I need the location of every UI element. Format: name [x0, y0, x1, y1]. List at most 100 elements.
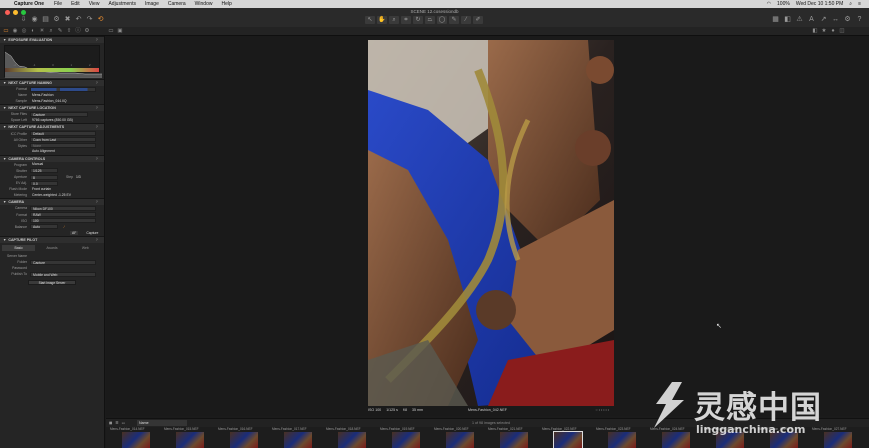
tab-capture-icon[interactable]: ◉: [12, 28, 18, 34]
camera-format-select[interactable]: RAW: [30, 212, 96, 218]
tab-details-icon[interactable]: ⌕: [48, 28, 54, 34]
collapse-arrow-icon[interactable]: ▼: [3, 106, 6, 110]
pan-tool-icon[interactable]: ✋: [377, 16, 387, 24]
publish-select[interactable]: Mobile and Web: [30, 271, 96, 277]
thumbnail-image[interactable]: [392, 432, 420, 448]
aperture-stepper[interactable]: 8: [30, 174, 58, 180]
thumbnail-image[interactable]: [284, 432, 312, 448]
rating-star-icon[interactable]: ★: [821, 28, 827, 34]
section-help-icon[interactable]: ?: [96, 157, 98, 161]
tab-lens-icon[interactable]: ◎: [21, 28, 27, 34]
balance-select[interactable]: Auto: [30, 224, 58, 230]
camera-select[interactable]: Nikon DF100: [30, 205, 96, 211]
filmstrip-thumbnail[interactable]: Mens-Fashion_023.NEF: [596, 427, 648, 448]
filmstrip-thumbnail[interactable]: Mens-Fashion_017.NEF: [272, 427, 324, 448]
section-help-icon[interactable]: ?: [96, 238, 98, 242]
auto-alignment-checkbox[interactable]: Auto Alignment: [30, 149, 96, 154]
tab-batch-icon[interactable]: ⚙: [84, 28, 90, 34]
notification-icon[interactable]: ≡: [858, 1, 861, 7]
collapse-arrow-icon[interactable]: ▼: [3, 38, 6, 42]
filmstrip-thumbnail[interactable]: Mens-Fashion_021.NEF: [488, 427, 540, 448]
menu-view[interactable]: View: [89, 1, 100, 7]
redo-icon[interactable]: ↷: [86, 16, 93, 23]
section-help-icon[interactable]: ?: [96, 125, 98, 129]
zoom-tool-icon[interactable]: ⌕: [389, 16, 399, 24]
sort-select[interactable]: Name: [137, 420, 188, 426]
text-icon[interactable]: A: [808, 16, 815, 23]
thumbnail-view-icon[interactable]: ▦: [109, 421, 112, 425]
section-camera-controls[interactable]: ▼ CAMERA CONTROLS ?: [0, 154, 104, 162]
annotation-tool-icon[interactable]: ✐: [473, 16, 483, 24]
pilot-folder-select[interactable]: Capture: [30, 259, 96, 265]
filmstrip-thumbnail[interactable]: Mens-Fashion_018.NEF: [326, 427, 378, 448]
focus-icon[interactable]: ↗: [820, 16, 827, 23]
rotate-tool-icon[interactable]: ↻: [413, 16, 423, 24]
spotlight-icon[interactable]: ⌕: [849, 1, 852, 7]
wifi-icon[interactable]: ◠: [767, 1, 771, 7]
thumbnail-image[interactable]: [230, 432, 258, 448]
menu-app-name[interactable]: Capture One: [14, 1, 44, 7]
tab-awards[interactable]: Awards: [35, 245, 68, 251]
picker-icon[interactable]: ⁄: [64, 225, 65, 229]
menu-camera[interactable]: Camera: [168, 1, 186, 7]
thumbnail-image[interactable]: [500, 432, 528, 448]
iso-select[interactable]: 100: [30, 218, 96, 224]
thumbnail-image[interactable]: [176, 432, 204, 448]
multi-view-icon[interactable]: ▣: [117, 28, 123, 34]
tab-web[interactable]: Web: [69, 245, 102, 251]
reset-icon[interactable]: ⟲: [97, 16, 104, 23]
filmstrip-thumbnail[interactable]: Mens-Fashion_022.NEF: [542, 427, 594, 448]
collapse-arrow-icon[interactable]: ▼: [3, 157, 6, 161]
section-capture-pilot[interactable]: ▼ CAPTURE PILOT ?: [0, 235, 104, 243]
start-image-server-button[interactable]: Start Image Server: [28, 280, 76, 286]
ev-adj-stepper[interactable]: 0.0: [30, 180, 58, 186]
thumbnail-image[interactable]: [446, 432, 474, 448]
import-icon[interactable]: ⇩: [20, 16, 27, 23]
shutter-stepper[interactable]: 1/125: [30, 168, 58, 174]
adjust-icon[interactable]: ↔: [832, 16, 839, 23]
section-next-capture-naming[interactable]: ▼ NEXT CAPTURE NAMING ?: [0, 79, 104, 86]
clock-label[interactable]: Wed Dec 10 1:50 PM: [796, 1, 843, 7]
tab-color-icon[interactable]: ◐: [30, 28, 36, 34]
store-files-select[interactable]: Capture: [30, 111, 88, 117]
tab-output-icon[interactable]: ⇧: [66, 28, 72, 34]
rating-dots-icon[interactable]: ○ • • • • •: [596, 408, 609, 412]
slider-icon[interactable]: ◫: [839, 28, 845, 34]
section-next-capture-location[interactable]: ▼ NEXT CAPTURE LOCATION ?: [0, 104, 104, 112]
filmstrip-thumbnail[interactable]: Mens-Fashion_020.NEF: [434, 427, 486, 448]
icc-profile-select[interactable]: Default: [30, 131, 96, 137]
filter-icon[interactable]: ◧: [812, 28, 818, 34]
step-value[interactable]: 1/3: [76, 175, 81, 179]
filmstrip-thumbnail[interactable]: Mens-Fashion_016.NEF: [218, 427, 270, 448]
section-next-capture-adjustments[interactable]: ▼ NEXT CAPTURE ADJUSTMENTS ?: [0, 123, 104, 131]
tab-basic[interactable]: Basic: [2, 244, 36, 251]
menu-edit[interactable]: Edit: [71, 1, 80, 7]
menu-window[interactable]: Window: [195, 1, 213, 7]
thumbnail-image[interactable]: [608, 432, 636, 448]
undo-icon[interactable]: ↶: [75, 16, 82, 23]
brush-tool-icon[interactable]: ✎: [449, 16, 459, 24]
thumbnail-image[interactable]: [553, 431, 583, 448]
styles-select[interactable]: None: [30, 143, 96, 149]
library-icon[interactable]: ▤: [42, 16, 49, 23]
exposure-warning-icon[interactable]: ⚠: [796, 16, 803, 23]
menu-help[interactable]: Help: [221, 1, 231, 7]
capture-button[interactable]: Capture: [86, 231, 98, 235]
filmstrip-view-icon[interactable]: ▭: [122, 421, 125, 425]
image-viewer[interactable]: ISO 100 1/125 s f/8 35 mm Mens-Fashion_0…: [106, 36, 869, 416]
help-icon[interactable]: ?: [856, 16, 863, 23]
keystone-tool-icon[interactable]: ⏢: [425, 16, 435, 24]
section-help-icon[interactable]: ?: [96, 38, 98, 42]
filmstrip-thumbnail[interactable]: Mens-Fashion_019.NEF: [380, 427, 432, 448]
picker-tool-icon[interactable]: ⁄: [461, 16, 471, 24]
thumbnail-image[interactable]: [338, 432, 366, 448]
filmstrip-thumbnail[interactable]: Mens-Fashion_014.NEF: [110, 427, 162, 448]
settings-icon[interactable]: ⚙: [844, 16, 851, 23]
section-camera[interactable]: ▼ CAMERA ?: [0, 198, 104, 206]
format-tokens-field[interactable]: [30, 86, 96, 92]
delete-icon[interactable]: ✖: [64, 16, 71, 23]
collapse-arrow-icon[interactable]: ▼: [3, 200, 6, 204]
collapse-arrow-icon[interactable]: ▼: [3, 125, 6, 129]
section-help-icon[interactable]: ?: [96, 200, 98, 204]
tab-metadata-icon[interactable]: ⓘ: [75, 28, 81, 34]
